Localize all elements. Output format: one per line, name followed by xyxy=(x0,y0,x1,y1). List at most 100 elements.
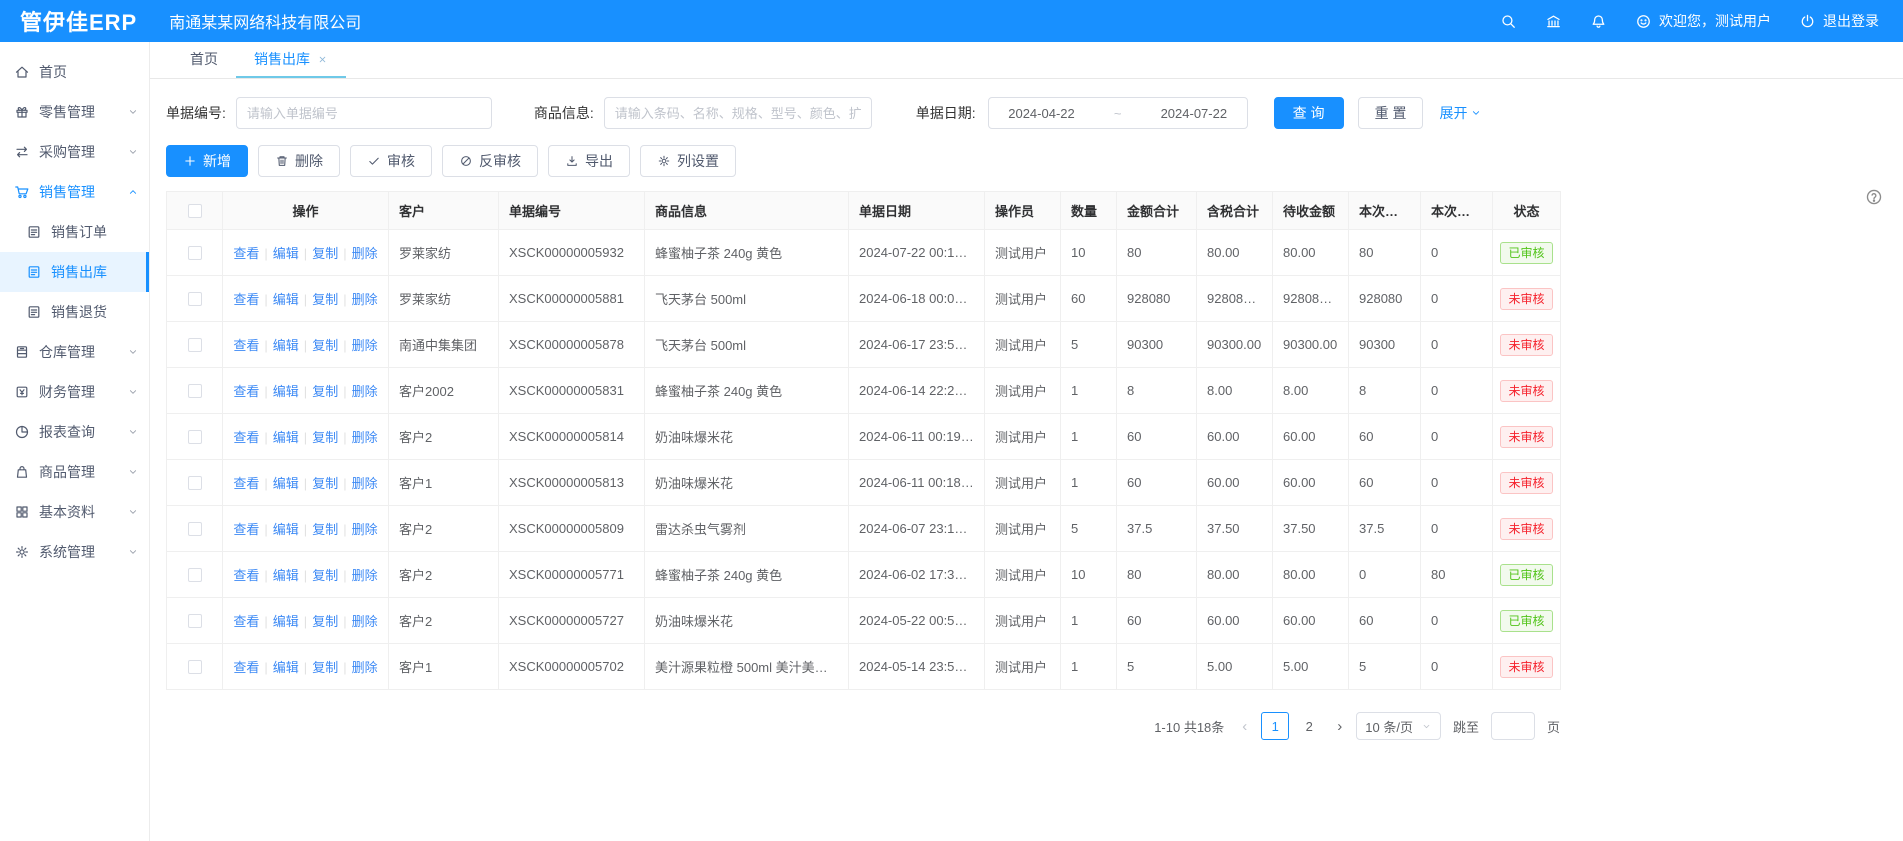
action-delete-link[interactable]: 删除 xyxy=(352,292,378,307)
page-button-1[interactable]: 1 xyxy=(1261,712,1289,740)
row-checkbox[interactable] xyxy=(188,614,202,628)
action-edit-link[interactable]: 编辑 xyxy=(273,338,299,353)
action-delete-link[interactable]: 删除 xyxy=(352,384,378,399)
org-icon[interactable] xyxy=(1545,13,1562,30)
action-edit-link[interactable]: 编辑 xyxy=(273,476,299,491)
sidebar-item-home[interactable]: 首页 xyxy=(0,52,149,92)
row-checkbox[interactable] xyxy=(188,292,202,306)
cell-qty: 5 xyxy=(1061,506,1117,552)
export-button[interactable]: 导出 xyxy=(548,145,630,177)
sidebar-item-system[interactable]: 系统管理 xyxy=(0,532,149,572)
row-checkbox[interactable] xyxy=(188,522,202,536)
action-view-link[interactable]: 查看 xyxy=(233,292,259,307)
action-view-link[interactable]: 查看 xyxy=(233,614,259,629)
sidebar-item-sales[interactable]: 销售管理 xyxy=(0,172,149,212)
product-info-input[interactable] xyxy=(604,97,872,129)
help-icon[interactable] xyxy=(1865,188,1883,206)
sidebar-item-sales-outbound[interactable]: 销售出库 xyxy=(0,252,149,292)
action-delete-link[interactable]: 删除 xyxy=(352,476,378,491)
expand-link[interactable]: 展开 xyxy=(1439,103,1482,123)
date-start[interactable]: 2024-04-22 xyxy=(1008,106,1075,121)
sidebar-item-finance[interactable]: 财务管理 xyxy=(0,372,149,412)
tab-home[interactable]: 首页 xyxy=(172,42,236,78)
sidebar-item-report[interactable]: 报表查询 xyxy=(0,412,149,452)
action-view-link[interactable]: 查看 xyxy=(233,522,259,537)
sidebar-item-warehouse[interactable]: 仓库管理 xyxy=(0,332,149,372)
action-view-link[interactable]: 查看 xyxy=(233,660,259,675)
select-all-checkbox[interactable] xyxy=(188,204,202,218)
action-view-link[interactable]: 查看 xyxy=(233,246,259,261)
search-button[interactable]: 查 询 xyxy=(1274,97,1344,129)
cell-qty: 1 xyxy=(1061,460,1117,506)
action-view-link[interactable]: 查看 xyxy=(233,384,259,399)
action-delete-link[interactable]: 删除 xyxy=(352,568,378,583)
unapprove-button[interactable]: 反审核 xyxy=(442,145,538,177)
jump-page-input[interactable] xyxy=(1491,712,1535,740)
delete-button[interactable]: 删除 xyxy=(258,145,340,177)
sidebar-item-retail[interactable]: 零售管理 xyxy=(0,92,149,132)
search-icon[interactable] xyxy=(1500,13,1517,30)
action-copy-link[interactable]: 复制 xyxy=(312,522,338,537)
action-edit-link[interactable]: 编辑 xyxy=(273,614,299,629)
action-edit-link[interactable]: 编辑 xyxy=(273,568,299,583)
row-checkbox[interactable] xyxy=(188,246,202,260)
sidebar-item-basic[interactable]: 基本资料 xyxy=(0,492,149,532)
row-checkbox[interactable] xyxy=(188,384,202,398)
action-delete-link[interactable]: 删除 xyxy=(352,614,378,629)
action-copy-link[interactable]: 复制 xyxy=(312,246,338,261)
action-copy-link[interactable]: 复制 xyxy=(312,614,338,629)
prev-page-button[interactable]: ‹ xyxy=(1240,718,1249,735)
action-view-link[interactable]: 查看 xyxy=(233,476,259,491)
row-checkbox[interactable] xyxy=(188,476,202,490)
sidebar-item-sales-order[interactable]: 销售订单 xyxy=(0,212,149,252)
action-copy-link[interactable]: 复制 xyxy=(312,384,338,399)
sidebar-item-sales-return[interactable]: 销售退货 xyxy=(0,292,149,332)
column-settings-button[interactable]: 列设置 xyxy=(640,145,736,177)
cell-operator: 测试用户 xyxy=(985,506,1061,552)
action-separator: | xyxy=(264,660,267,675)
row-checkbox[interactable] xyxy=(188,660,202,674)
reset-button[interactable]: 重 置 xyxy=(1358,97,1424,129)
action-edit-link[interactable]: 编辑 xyxy=(273,292,299,307)
row-checkbox[interactable] xyxy=(188,568,202,582)
row-checkbox[interactable] xyxy=(188,338,202,352)
page-button-2[interactable]: 2 xyxy=(1295,712,1323,740)
sidebar-item-label: 销售管理 xyxy=(39,182,95,202)
welcome-user[interactable]: 欢迎您，测试用户 xyxy=(1635,11,1771,31)
sidebar-item-goods[interactable]: 商品管理 xyxy=(0,452,149,492)
close-icon[interactable] xyxy=(317,54,328,65)
action-delete-link[interactable]: 删除 xyxy=(352,522,378,537)
action-copy-link[interactable]: 复制 xyxy=(312,292,338,307)
tab-sales-outbound[interactable]: 销售出库 xyxy=(236,42,346,78)
sidebar-item-purchase[interactable]: 采购管理 xyxy=(0,132,149,172)
action-edit-link[interactable]: 编辑 xyxy=(273,430,299,445)
action-copy-link[interactable]: 复制 xyxy=(312,338,338,353)
action-copy-link[interactable]: 复制 xyxy=(312,660,338,675)
action-delete-link[interactable]: 删除 xyxy=(352,430,378,445)
bill-no-input[interactable] xyxy=(236,97,492,129)
action-edit-link[interactable]: 编辑 xyxy=(273,384,299,399)
action-delete-link[interactable]: 删除 xyxy=(352,338,378,353)
row-checkbox[interactable] xyxy=(188,430,202,444)
action-view-link[interactable]: 查看 xyxy=(233,430,259,445)
date-range-picker[interactable]: 2024-04-22 ~ 2024-07-22 xyxy=(988,97,1248,129)
page-size-select[interactable]: 10 条/页 xyxy=(1356,712,1441,740)
approve-button[interactable]: 审核 xyxy=(350,145,432,177)
add-button[interactable]: 新增 xyxy=(166,145,248,177)
action-edit-link[interactable]: 编辑 xyxy=(273,246,299,261)
action-delete-link[interactable]: 删除 xyxy=(352,660,378,675)
action-delete-link[interactable]: 删除 xyxy=(352,246,378,261)
action-copy-link[interactable]: 复制 xyxy=(312,568,338,583)
action-view-link[interactable]: 查看 xyxy=(233,568,259,583)
bell-icon[interactable] xyxy=(1590,13,1607,30)
logout-button[interactable]: 退出登录 xyxy=(1799,11,1879,31)
next-page-button[interactable]: › xyxy=(1335,718,1344,735)
cell-product: 奶油味爆米花 xyxy=(645,460,849,506)
action-copy-link[interactable]: 复制 xyxy=(312,430,338,445)
cell-bill_no: XSCK00000005813 xyxy=(499,460,645,506)
action-copy-link[interactable]: 复制 xyxy=(312,476,338,491)
date-end[interactable]: 2024-07-22 xyxy=(1161,106,1228,121)
action-view-link[interactable]: 查看 xyxy=(233,338,259,353)
action-edit-link[interactable]: 编辑 xyxy=(273,660,299,675)
action-edit-link[interactable]: 编辑 xyxy=(273,522,299,537)
